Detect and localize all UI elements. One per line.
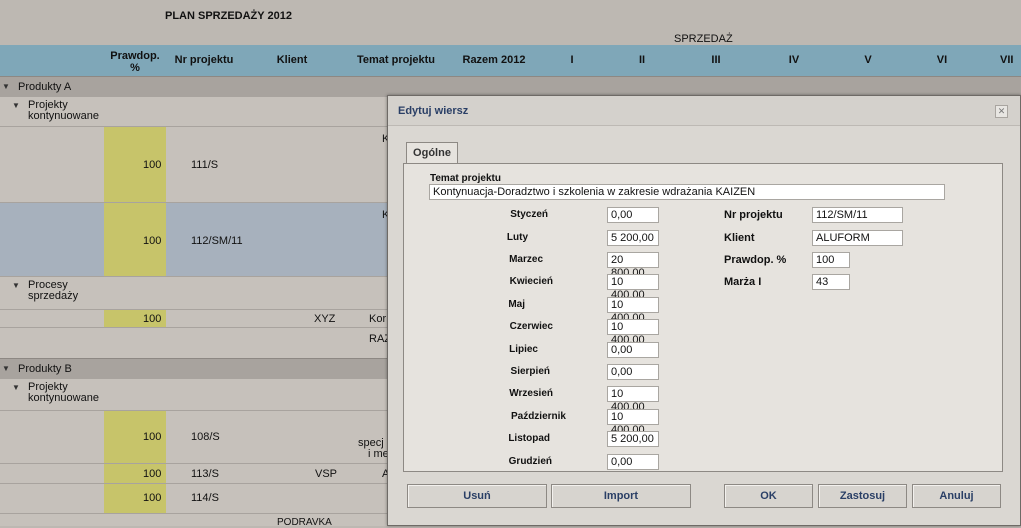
subgroup-label-line2: kontynuowane: [28, 392, 99, 404]
wrzesien-input[interactable]: 10 400,00: [607, 386, 659, 413]
client-name: VSP: [315, 468, 338, 480]
month-label-marzec: Marzec: [509, 254, 543, 265]
probability-value: 100: [143, 468, 162, 480]
close-icon[interactable]: ✕: [995, 105, 1008, 118]
dialog-titlebar[interactable]: Edytuj wiersz ✕: [388, 96, 1020, 126]
topic-text: Kor: [369, 313, 387, 325]
styczen-input[interactable]: 0,00: [607, 207, 659, 223]
grudzien-input[interactable]: 0,00: [607, 454, 659, 470]
month-label-styczen: Styczeń: [510, 209, 548, 220]
collapse-triangle-icon[interactable]: ▼: [2, 364, 10, 373]
probability-value: 100: [143, 492, 162, 504]
probability-value: 100: [143, 159, 162, 171]
project-number: 113/S: [191, 468, 219, 480]
subgroup-label: Procesy sprzedaży: [28, 280, 78, 302]
klient-input[interactable]: ALUFORM: [812, 230, 903, 246]
col-m1[interactable]: I: [560, 54, 584, 66]
collapse-triangle-icon[interactable]: ▼: [12, 101, 20, 110]
marza-label: Marża I: [724, 276, 762, 288]
client-name: PODRAVKA: [277, 517, 332, 528]
month-label-kwiecien: Kwiecień: [509, 276, 553, 287]
project-number: 111/S: [191, 159, 219, 171]
col-razem[interactable]: Razem 2012: [455, 54, 533, 66]
tab-panel-ogolne: Temat projektu Kontynuacja-Doradztwo i s…: [403, 163, 1003, 472]
lipiec-input[interactable]: 0,00: [607, 342, 659, 358]
tab-ogolne[interactable]: Ogólne: [406, 142, 458, 164]
probability-value: 100: [143, 431, 162, 443]
subgroup-label: Projekty kontynuowane: [28, 100, 99, 122]
month-label-sierpien: Sierpień: [510, 366, 550, 377]
col-m3[interactable]: III: [704, 54, 728, 66]
month-label-lipiec: Lipiec: [509, 344, 538, 355]
czerwiec-input[interactable]: 10 400,00: [607, 319, 659, 346]
nr-projektu-input[interactable]: 112/SM/11: [812, 207, 903, 223]
sheet-title: PLAN SPRZEDAŻY 2012: [165, 10, 292, 22]
luty-input[interactable]: 5 200,00: [607, 230, 659, 246]
col-nr-projektu[interactable]: Nr projektu: [168, 54, 240, 66]
project-number: 112/SM/11: [191, 235, 243, 247]
col-prawdop-line2: %: [130, 62, 140, 74]
listopad-input[interactable]: 5 200,00: [607, 431, 659, 447]
group-label: Produkty A: [18, 81, 72, 93]
col-klient[interactable]: Klient: [262, 54, 322, 66]
col-m4[interactable]: IV: [782, 54, 806, 66]
col-m5[interactable]: V: [856, 54, 880, 66]
anuluj-button[interactable]: Anuluj: [912, 484, 1001, 508]
marza-input[interactable]: 43: [812, 274, 850, 290]
probability-value: 100: [143, 313, 162, 325]
month-label-wrzesien: Wrzesień: [509, 388, 553, 399]
prawdop-input[interactable]: 100: [812, 252, 850, 268]
collapse-triangle-icon[interactable]: ▼: [2, 82, 10, 91]
sprzedaz-header: SPRZEDAŻ: [674, 33, 733, 45]
col-m6[interactable]: VI: [930, 54, 954, 66]
title-band: [0, 0, 1021, 45]
col-m2[interactable]: II: [630, 54, 654, 66]
collapse-triangle-icon[interactable]: ▼: [12, 383, 20, 392]
import-button[interactable]: Import: [551, 484, 691, 508]
month-label-luty: Luty: [506, 232, 528, 243]
zastosuj-button[interactable]: Zastosuj: [818, 484, 907, 508]
subgroup-label: Projekty kontynuowane: [28, 382, 99, 404]
edit-row-dialog: Edytuj wiersz ✕ Ogólne Temat projektu Ko…: [387, 95, 1021, 526]
usun-button[interactable]: Usuń: [407, 484, 547, 508]
kwiecien-input[interactable]: 10 400,00: [607, 274, 659, 301]
topic-text: i me: [368, 448, 389, 460]
collapse-triangle-icon[interactable]: ▼: [12, 281, 20, 290]
month-label-grudzien: Grudzień: [508, 456, 552, 467]
probability-value: 100: [143, 235, 162, 247]
klient-label: Klient: [724, 232, 755, 244]
subgroup-label-line2: sprzedaży: [28, 290, 79, 302]
temat-input[interactable]: Kontynuacja-Doradztwo i szkolenia w zakr…: [429, 184, 945, 200]
project-number: 114/S: [191, 492, 219, 504]
prawdop-label: Prawdop. %: [724, 254, 787, 266]
col-temat[interactable]: Temat projektu: [348, 54, 444, 66]
nr-projektu-label: Nr projektu: [724, 209, 783, 221]
maj-input[interactable]: 10 400,00: [607, 297, 659, 324]
temat-label: Temat projektu: [430, 173, 501, 184]
sierpien-input[interactable]: 0,00: [607, 364, 659, 380]
month-label-czerwiec: Czerwiec: [509, 321, 553, 332]
column-header-row: Prawdop. % Nr projektu Klient Temat proj…: [0, 45, 1021, 76]
month-label-listopad: Listopad: [508, 433, 550, 444]
group-row-produkty-a[interactable]: ▼ Produkty A: [0, 76, 1021, 96]
col-prawdop-line1: Prawdop.: [110, 50, 160, 62]
marzec-input[interactable]: 20 800,00: [607, 252, 659, 279]
subgroup-label-line2: kontynuowane: [28, 110, 99, 122]
dialog-title: Edytuj wiersz: [398, 105, 469, 117]
ok-button[interactable]: OK: [724, 484, 813, 508]
col-m7[interactable]: VII: [1000, 54, 1021, 66]
col-prawdop[interactable]: Prawdop. %: [104, 50, 166, 74]
pazdziernik-input[interactable]: 10 400,00: [607, 409, 659, 436]
month-label-maj: Maj: [508, 299, 525, 310]
client-name: XYZ: [314, 313, 336, 325]
month-label-pazdziernik: Październik: [510, 411, 566, 422]
group-label: Produkty B: [18, 363, 72, 375]
project-number: 108/S: [191, 431, 220, 443]
